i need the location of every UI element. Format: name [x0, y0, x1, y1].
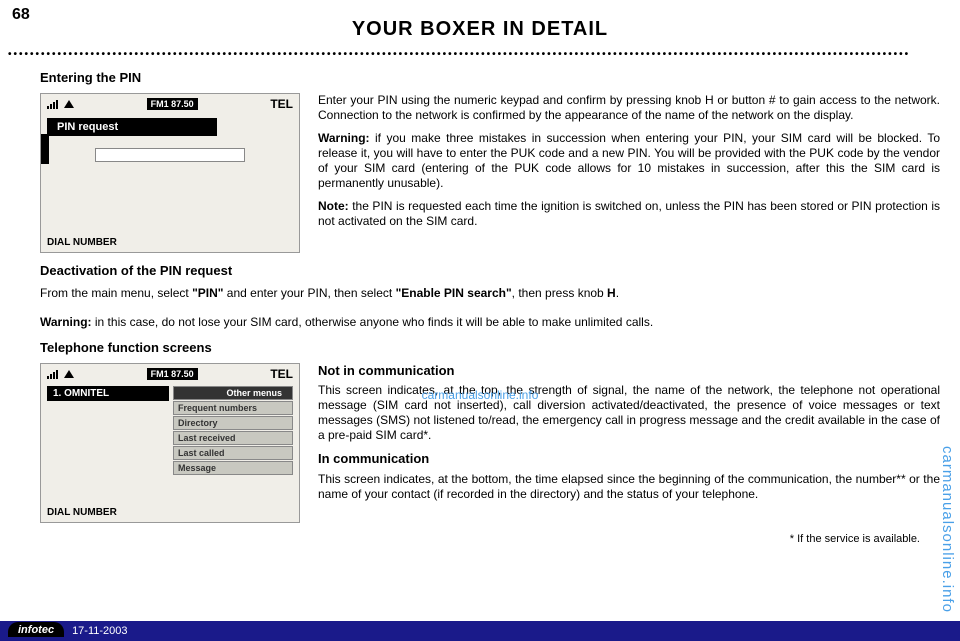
section2-text: From the main menu, select "PIN" and ent… — [40, 286, 940, 330]
infotec-logo: infotec — [8, 622, 64, 637]
section3-text: Not in communication This screen indicat… — [318, 363, 940, 523]
p-in-comm: This screen indicates, at the bottom, th… — [318, 472, 940, 502]
screenshot-pin-request: FM1 87.50 TEL PIN request DIAL NUMBER — [40, 93, 300, 253]
network-name: 1. OMNITEL — [47, 386, 169, 401]
footnote: * If the service is available. — [40, 533, 940, 545]
p-warning-sim: Warning: if you make three mistakes in s… — [318, 131, 940, 191]
section1-text: Enter your PIN using the numeric keypad … — [318, 93, 940, 253]
section1-row: FM1 87.50 TEL PIN request DIAL NUMBER En… — [40, 93, 940, 253]
footer-bar: infotec 17-11-2003 — [0, 621, 960, 641]
menu-frequent: Frequent numbers — [173, 401, 293, 415]
screen-top-bar: FM1 87.50 TEL — [41, 364, 299, 384]
separator-dots: ••••••••••••••••••••••••••••••••••••••••… — [0, 49, 960, 60]
page-title: YOUR BOXER IN DETAIL — [0, 0, 960, 41]
antenna-icon — [64, 370, 74, 378]
section3-row: FM1 87.50 TEL 1. OMNITEL Other menus Fre… — [40, 363, 940, 523]
p-note-ignition: Note: the PIN is requested each time the… — [318, 199, 940, 229]
fm-badge: FM1 87.50 — [147, 368, 198, 380]
dial-number-label: DIAL NUMBER — [47, 237, 117, 248]
p-not-comm: This screen indicates, at the top, the s… — [318, 383, 940, 443]
signal-indicator — [47, 369, 74, 379]
screenshot-telephone: FM1 87.50 TEL 1. OMNITEL Other menus Fre… — [40, 363, 300, 523]
page-content: Entering the PIN FM1 87.50 TEL PIN reque… — [0, 60, 960, 545]
screen-top-bar: FM1 87.50 TEL — [41, 94, 299, 114]
section-heading-pin: Entering the PIN — [40, 70, 940, 85]
menu-last-called: Last called — [173, 446, 293, 460]
page-number: 68 — [12, 6, 30, 24]
menu-last-received: Last received — [173, 431, 293, 445]
tel-label: TEL — [270, 97, 293, 111]
screen2-body: 1. OMNITEL Other menus Frequent numbers … — [41, 384, 299, 522]
menu-other: Other menus — [173, 386, 293, 400]
tab-marker — [41, 134, 49, 164]
screen2-left: 1. OMNITEL — [47, 386, 169, 520]
p-deactivation: From the main menu, select "PIN" and ent… — [40, 286, 940, 301]
dial-number-label: DIAL NUMBER — [47, 507, 117, 518]
menu-directory: Directory — [173, 416, 293, 430]
pin-request-label: PIN request — [47, 118, 217, 136]
screen2-menu: Other menus Frequent numbers Directory L… — [173, 386, 293, 520]
p-enter-pin: Enter your PIN using the numeric keypad … — [318, 93, 940, 123]
section-heading-telephone: Telephone function screens — [40, 340, 940, 355]
section-heading-deactivation: Deactivation of the PIN request — [40, 263, 940, 278]
signal-indicator — [47, 99, 74, 109]
sub-heading-in-comm: In communication — [318, 451, 940, 467]
menu-message: Message — [173, 461, 293, 475]
fm-badge: FM1 87.50 — [147, 98, 198, 110]
watermark-side: carmanualsonline.info — [939, 446, 956, 613]
sub-heading-not-comm: Not in communication — [318, 363, 940, 379]
pin-input-field — [95, 148, 245, 162]
p-warning-lose: Warning: in this case, do not lose your … — [40, 315, 940, 330]
footer-date: 17-11-2003 — [72, 625, 127, 637]
tel-label: TEL — [270, 367, 293, 381]
antenna-icon — [64, 100, 74, 108]
